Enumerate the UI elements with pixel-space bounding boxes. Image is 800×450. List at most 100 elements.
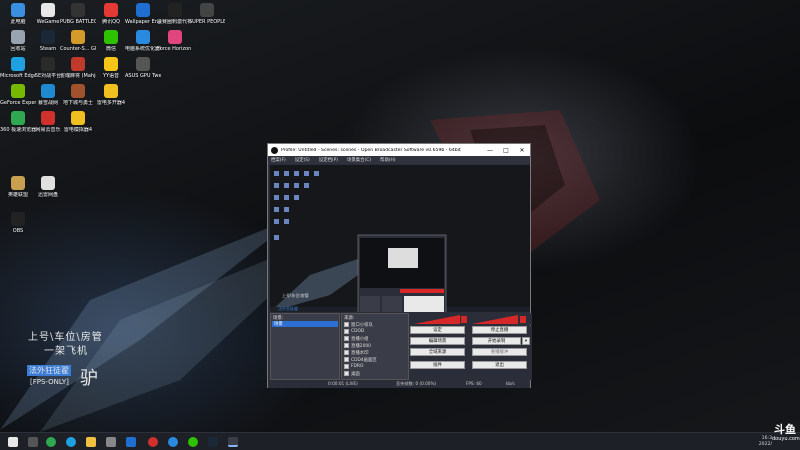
desktop-icon[interactable]: YY语音 [93, 57, 129, 79]
steam-icon[interactable] [208, 437, 218, 447]
controls-panel: 设定 停止直播 编辑场景 开始录制 ▾ 全域来源 重播缓冲 插件 退出 [410, 326, 532, 380]
source-item[interactable]: 直播水印 [342, 349, 408, 356]
desktop-icon[interactable]: 雷电多开器4 [93, 84, 129, 106]
source-checkbox[interactable] [344, 364, 349, 369]
menu-settings[interactable]: 设定(S) [295, 157, 310, 163]
source-checkbox[interactable] [344, 343, 349, 348]
source-checkbox[interactable] [344, 336, 349, 341]
desktop-icon-label: 腾讯QQ [102, 19, 120, 25]
menu-scene-collection[interactable]: 场景集合(C) [347, 157, 371, 163]
desktop-icon[interactable]: SUPER PEOPLE CBT [189, 3, 225, 25]
obs-titlebar[interactable]: Profile: Untitled - Scenes: scenes - Ope… [268, 144, 530, 156]
douyu-watermark: 斗鱼 douyu.com [772, 424, 800, 443]
maximize-icon[interactable]: □ [498, 147, 514, 154]
menu-help[interactable]: 帮助(H) [380, 157, 396, 163]
desktop-icon[interactable]: 迅雷网盘 [30, 176, 66, 198]
desktop-icon[interactable]: 决赛圈刺激代补手 [157, 3, 193, 25]
source-label: 直播2000 [351, 343, 371, 349]
sources-header: 来源: [344, 316, 355, 321]
desktop-icon[interactable]: Force Horizon 5 [157, 30, 193, 52]
replay-buffer-button[interactable]: 重播缓冲 [472, 348, 527, 356]
source-checkbox[interactable] [344, 322, 349, 327]
browser-360-icon[interactable] [46, 437, 56, 447]
file-explorer-icon[interactable] [86, 437, 96, 447]
source-checkbox[interactable] [344, 350, 349, 355]
desktop-icon[interactable]: Counter-S... Global Off... [60, 30, 96, 52]
desktop-icon[interactable]: OBS [0, 212, 36, 234]
app-icon [11, 3, 25, 17]
source-item[interactable]: 直播小组 [342, 335, 408, 342]
app-icon [168, 3, 182, 17]
desktop-icon-label: Counter-S... Global Off... [60, 46, 96, 52]
menu-file[interactable]: 档案(F) [271, 157, 286, 163]
desktop-icon[interactable]: 电脑系统优化器8.0 [125, 30, 161, 52]
source-checkbox[interactable] [344, 371, 349, 376]
search-icon[interactable] [28, 437, 38, 447]
system-tray[interactable]: 16:3 2022/ [759, 436, 772, 448]
app-icon [41, 30, 55, 44]
settings-button[interactable]: 设定 [410, 326, 465, 334]
status-bitrate: kb/s [506, 381, 515, 386]
sources-list: 窗口小排队 CDOD 直播小组 直播2000 直播水印 CDD4画面区 FDRO 桌面 [342, 321, 408, 377]
app-icon [11, 84, 25, 98]
source-item[interactable]: 直播2000 [342, 342, 408, 349]
overlay-tag: 法外狂徒翟 [27, 365, 71, 376]
scenes-panel: 场景: 场景 [270, 313, 340, 380]
source-item[interactable]: CDOD [342, 328, 408, 335]
wechat-icon[interactable] [188, 437, 198, 447]
desktop-icon-label: 雀魂麻将 (Mahjong... [60, 73, 96, 79]
obs-preview[interactable]: 上号\车位\房管 法外狂徒翟 [270, 165, 530, 312]
source-item[interactable]: 桌面 [342, 370, 408, 377]
app-icon [136, 30, 150, 44]
source-checkbox[interactable] [344, 329, 349, 334]
source-item[interactable]: FDRO [342, 363, 408, 370]
obs-taskbar-icon[interactable] [228, 437, 238, 447]
record-dropdown-icon[interactable]: ▾ [522, 337, 530, 345]
store-icon[interactable] [106, 437, 116, 447]
source-label: 窗口小排队 [351, 322, 373, 328]
app-icon [11, 111, 25, 125]
source-item[interactable]: 窗口小排队 [342, 321, 408, 328]
scene-item[interactable]: 场景 [272, 321, 338, 327]
app-blue-icon[interactable] [168, 437, 178, 447]
app-icon [11, 176, 25, 190]
start-windows-icon[interactable] [8, 437, 18, 447]
desktop-icon[interactable]: Wallpaper Engine: ... [125, 3, 161, 25]
desktop-icon[interactable]: ASUS GPU TweakII [125, 57, 161, 79]
desktop-icon[interactable]: 地下城与勇士 [60, 84, 96, 106]
obs-logo-icon [271, 146, 278, 154]
minimize-icon[interactable]: — [482, 147, 498, 154]
mail-icon[interactable] [126, 437, 136, 447]
exit-button[interactable]: 退出 [472, 361, 527, 369]
edit-scene-button[interactable]: 编辑场景 [410, 337, 465, 345]
close-icon[interactable]: ✕ [514, 147, 530, 154]
app-icon [71, 84, 85, 98]
source-item[interactable]: CDD4画面区 [342, 356, 408, 363]
desktop-icon[interactable]: 雀魂麻将 (Mahjong... [60, 57, 96, 79]
status-fps: FPS: 60 [466, 381, 482, 386]
desktop-icon-label: ASUS GPU TweakII [125, 73, 161, 79]
desktop-icon[interactable]: PUBG BATTLEGR... [60, 3, 96, 25]
stop-stream-button[interactable]: 停止直播 [472, 326, 527, 334]
desktop-icon-label: 雷电多开器4 [96, 100, 126, 106]
obs-statusbar: 0:00:01 (LIVE) 丢失帧数: 0 (0.00%) FPS: 60 k… [268, 380, 530, 388]
desktop-icon[interactable]: 雷电模拟器4 [60, 111, 96, 133]
source-checkbox[interactable] [344, 357, 349, 362]
preview-nested-desktop: 上号\车位\房管 法外狂徒翟 [270, 165, 530, 312]
desktop-icon-label: OBS [12, 228, 24, 234]
app-icon [11, 30, 25, 44]
desktop-icon[interactable]: 微信 [93, 30, 129, 52]
app-icon [41, 3, 55, 17]
start-record-button[interactable]: 开始录制 [472, 337, 521, 345]
netease-music-icon[interactable] [148, 437, 158, 447]
desktop-icon-label: 地下城与勇士 [62, 100, 93, 106]
obs-window-title: Profile: Untitled - Scenes: scenes - Ope… [281, 147, 461, 153]
obs-window[interactable]: Profile: Untitled - Scenes: scenes - Ope… [267, 143, 532, 388]
plugins-button[interactable]: 插件 [410, 361, 465, 369]
app-icon [136, 57, 150, 71]
app-icon [41, 176, 55, 190]
global-sources-button[interactable]: 全域来源 [410, 348, 465, 356]
menu-profile[interactable]: 设定档(P) [319, 157, 338, 163]
edge-icon[interactable] [66, 437, 76, 447]
desktop-icon[interactable]: 腾讯QQ [93, 3, 129, 25]
